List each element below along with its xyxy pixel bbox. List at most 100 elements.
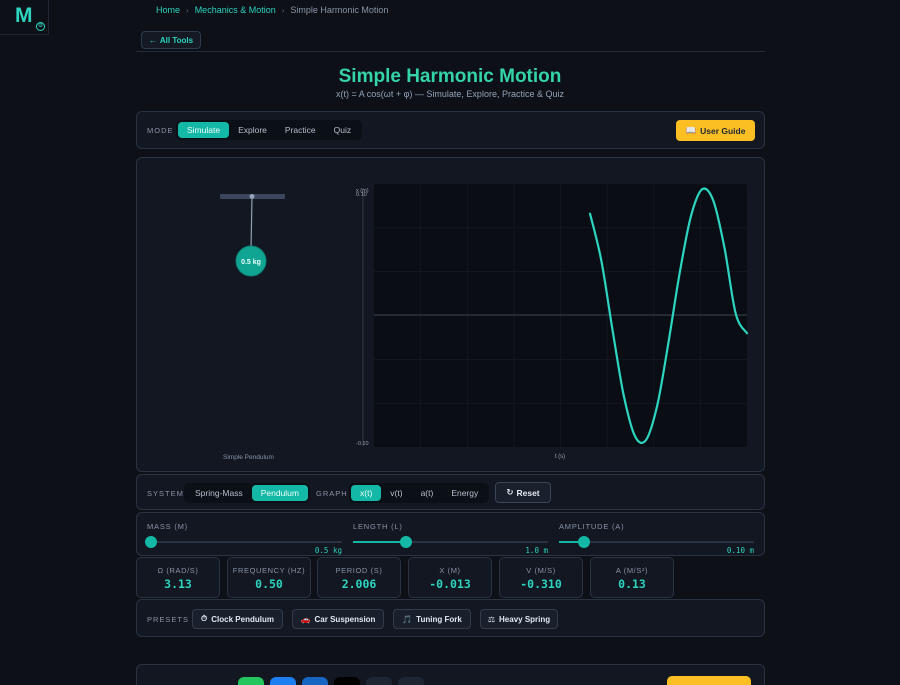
graph-option-xt[interactable]: x(t): [351, 485, 382, 501]
tab-simulate[interactable]: Simulate: [178, 122, 230, 138]
slider-label: LENGTH (L): [353, 522, 403, 531]
preset-clock-pendulum-button[interactable]: ⏱ Clock Pendulum: [192, 609, 283, 629]
breadcrumb-section[interactable]: Mechanics & Motion: [195, 5, 276, 15]
slider-fill: [353, 541, 406, 543]
breadcrumb-current: Simple Harmonic Motion: [290, 5, 389, 15]
mass-slider[interactable]: MASS (M) 0.5 kg: [144, 521, 342, 555]
stat-label: PERIOD (S): [335, 566, 383, 575]
stat-angular-frequency: Ω (RAD/S) 3.13: [136, 557, 220, 598]
stat-value: 3.13: [164, 577, 192, 591]
graph-option-at[interactable]: a(t): [412, 485, 443, 501]
slider-value: 1.0 m: [525, 546, 548, 555]
stat-label: V (M/S): [526, 566, 556, 575]
gear-icon[interactable]: ⚙: [36, 22, 45, 31]
breadcrumb-separator: ›: [186, 5, 189, 15]
length-slider[interactable]: LENGTH (L) 1.0 m: [353, 521, 548, 555]
whatsapp-icon[interactable]: [238, 677, 264, 685]
all-tools-label: All Tools: [159, 35, 194, 45]
system-label: SYSTEM: [147, 489, 184, 498]
reset-label: Reset: [516, 487, 540, 498]
stat-label: Ω (RAD/S): [157, 566, 199, 575]
share-panel: 𝕏: [136, 664, 765, 685]
stat-period: PERIOD (S) 2.006: [317, 557, 401, 598]
preset-car-suspension-button[interactable]: 🚗 Car Suspension: [292, 609, 384, 629]
page-title: Simple Harmonic Motion: [338, 66, 562, 87]
reset-icon: ↻: [506, 487, 514, 497]
system-selector: Spring-Mass Pendulum: [184, 483, 310, 503]
presets-panel: PRESETS ⏱ Clock Pendulum 🚗 Car Suspensio…: [136, 599, 765, 637]
email-icon[interactable]: [366, 677, 392, 685]
stat-label: X (M): [439, 566, 461, 575]
bob-mass-label: 0.5 kg: [241, 259, 261, 266]
slider-label: AMPLITUDE (A): [559, 522, 625, 531]
slider-label: MASS (M): [147, 522, 188, 531]
stat-label: FREQUENCY (HZ): [232, 566, 306, 575]
slider-value: 0.10 m: [726, 546, 754, 555]
preset-label: Car Suspension: [314, 614, 376, 624]
simulation-canvas: 0.5 kg x (m) 0.10 -0.10 t (s): [220, 184, 749, 460]
breadcrumb-separator: ›: [281, 5, 285, 15]
reset-button[interactable]: ↻ Reset: [495, 482, 551, 503]
app-logo[interactable]: M ⚙: [0, 0, 49, 35]
x-icon[interactable]: 𝕏: [334, 677, 360, 685]
sliders-panel: MASS (M) 0.5 kg LENGTH (L) 1.0 m AMPLITU…: [136, 512, 765, 556]
pendulum-caption: Simple Pendulum: [223, 454, 274, 461]
preset-label: Heavy Spring: [499, 614, 551, 624]
divider: [136, 51, 765, 52]
mode-label: MODE: [147, 126, 174, 135]
slider-thumb[interactable]: [578, 536, 591, 548]
graph-y-max-label: 0.10: [356, 192, 367, 198]
page-subtitle: x(t) = A cos(ωt + φ) — Simulate, Explore…: [336, 89, 564, 99]
tab-explore[interactable]: Explore: [229, 122, 276, 138]
graph-selector: x(t) v(t) a(t) Energy: [349, 483, 490, 503]
preset-label: Clock Pendulum: [211, 614, 274, 624]
breadcrumb-home[interactable]: Home: [156, 5, 180, 15]
stat-value: -0.310: [520, 577, 562, 591]
mode-tabs: Simulate Explore Practice Quiz: [176, 120, 363, 140]
controls-panel: SYSTEM Spring-Mass Pendulum GRAPH x(t) v…: [136, 474, 765, 510]
graph-x-axis-label: t (s): [555, 454, 565, 460]
tab-practice[interactable]: Practice: [276, 122, 325, 138]
book-icon: 📖: [685, 125, 697, 135]
graph-option-vt[interactable]: v(t): [381, 485, 411, 501]
tab-quiz[interactable]: Quiz: [325, 122, 360, 138]
system-option-pendulum[interactable]: Pendulum: [251, 485, 308, 501]
slider-thumb[interactable]: [399, 536, 412, 548]
logo-letter: M: [15, 4, 32, 27]
stat-velocity: V (M/S) -0.310: [499, 557, 583, 598]
slider-value: 0.5 kg: [314, 546, 342, 555]
all-tools-button[interactable]: ← All Tools: [141, 31, 201, 49]
arrow-left-icon: ←: [148, 35, 157, 45]
stat-value: 2.006: [341, 577, 377, 591]
scale-icon: ⚖: [487, 614, 496, 624]
breadcrumb: Home › Mechanics & Motion › Simple Harmo…: [156, 5, 388, 15]
linkedin-icon[interactable]: [302, 677, 328, 685]
slider-track[interactable]: [147, 541, 342, 543]
presets-label: PRESETS: [147, 615, 190, 624]
simulation-panel: 0.5 kg x (m) 0.10 -0.10 t (s) Simple Pen…: [136, 157, 765, 472]
share-cta-button[interactable]: [667, 676, 751, 685]
mode-panel: MODE Simulate Explore Practice Quiz 📖 Us…: [136, 111, 765, 149]
preset-tuning-fork-button[interactable]: 🎵 Tuning Fork: [393, 609, 471, 629]
stat-value: 0.13: [618, 577, 646, 591]
displacement-graph: x (m) 0.10 -0.10 t (s): [356, 184, 749, 460]
music-note-icon: 🎵: [402, 614, 413, 624]
system-option-spring-mass[interactable]: Spring-Mass: [186, 485, 252, 501]
stat-value: 0.50: [255, 577, 283, 591]
copy-link-icon[interactable]: [398, 677, 424, 685]
stat-position: X (M) -0.013: [408, 557, 492, 598]
preset-label: Tuning Fork: [416, 614, 462, 624]
messenger-icon[interactable]: [270, 677, 296, 685]
user-guide-label: User Guide: [700, 125, 746, 136]
slider-track[interactable]: [353, 541, 548, 543]
graph-option-energy[interactable]: Energy: [442, 485, 487, 501]
graph-label: GRAPH: [316, 489, 348, 498]
stat-label: A (M/S²): [615, 566, 649, 575]
graph-y-min-label: -0.10: [356, 441, 369, 447]
preset-heavy-spring-button[interactable]: ⚖ Heavy Spring: [480, 609, 558, 629]
user-guide-button[interactable]: 📖 User Guide: [676, 120, 755, 141]
amplitude-slider[interactable]: AMPLITUDE (A) 0.10 m: [559, 521, 754, 555]
car-icon: 🚗: [300, 614, 311, 624]
stat-acceleration: A (M/S²) 0.13: [590, 557, 674, 598]
slider-thumb[interactable]: [144, 536, 157, 548]
